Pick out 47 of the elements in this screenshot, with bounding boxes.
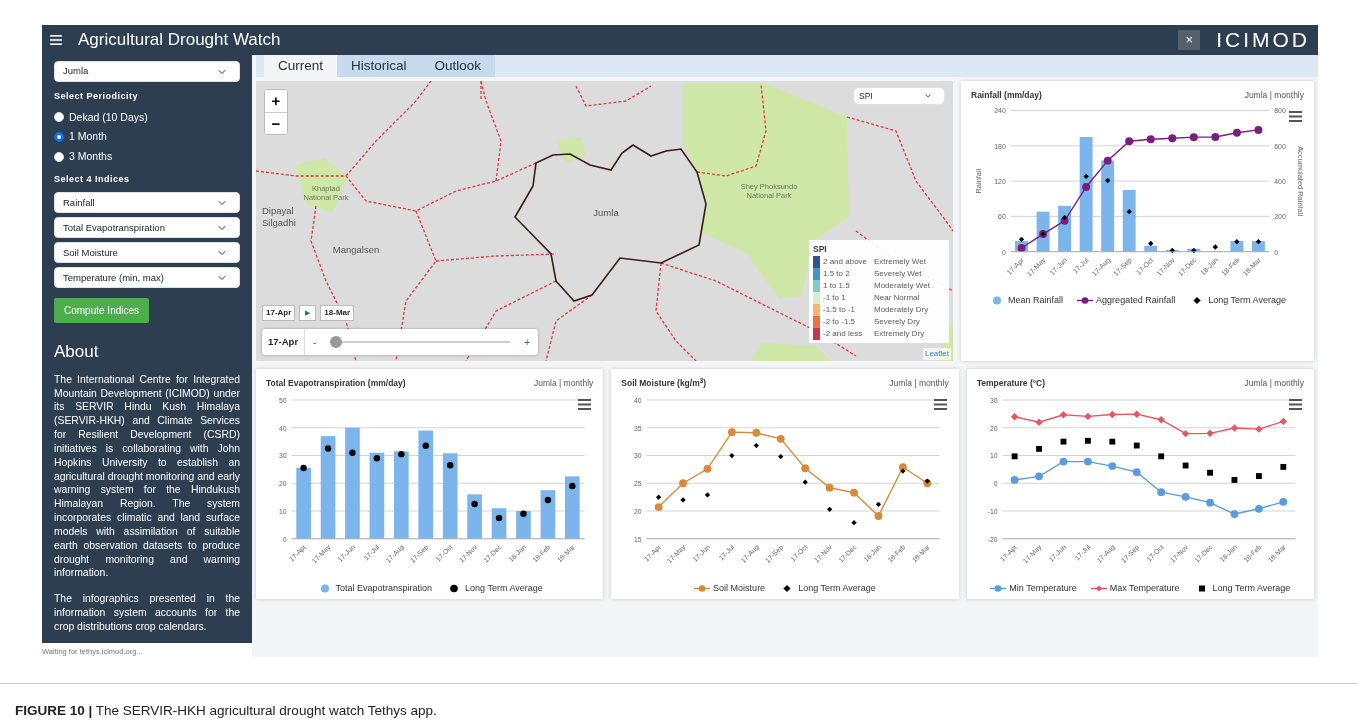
place-label: Jumla (593, 207, 619, 218)
end-date-label: 18-Mar (320, 305, 355, 321)
chart-subtitle: Jumla | monthly (889, 377, 949, 390)
app-title: Agricultural Drought Watch (78, 29, 281, 52)
legend-range: -1.5 to -1 (823, 304, 856, 316)
legend-label: Long Term Average (798, 581, 876, 595)
chart-title: Rainfall (mm/day) (971, 89, 1042, 102)
legend-label: Long Term Average (1208, 293, 1286, 307)
slider-value: 17-Apr (262, 329, 306, 355)
legend-title: SPI (813, 243, 828, 256)
legend-label: Severely Wet (874, 268, 922, 280)
legend-label: Near Normal (874, 292, 920, 304)
figure-caption: FIGURE 10 | The SERVIR-HKH agricultural drought watch Tethys app. (15, 702, 437, 720)
chart-title: Soil Moisture (kg/m$^{3}$) (621, 377, 707, 390)
chart-subtitle: Jumla | monthly (533, 377, 594, 390)
legend-label: Long Term Average (465, 581, 543, 595)
legend-label: Extremely Wet (874, 256, 926, 268)
legend-range: 1.5 to 2 (823, 268, 851, 280)
about-paragraph: The infographics presented in the information system accounts for the crop distributions crop calendars. (54, 592, 240, 634)
chart-title: Temperature (°C) (976, 377, 1046, 390)
logo: ICIMOD (1216, 27, 1310, 54)
legend-label: Severely Dry (874, 316, 920, 328)
chart-subtitle: Jumla | monthly (1244, 89, 1304, 102)
chart-subtitle: Jumla | monthly (1244, 377, 1304, 390)
about-paragraph: The International Centre for Integrated Mountain Development (ICIMOD) under its SERVIR Hindu Kush Himalaya (SERVIR-HKH) and Climate Services for Resilient Development (CSRD) initiatives is collaborating with John Hopkins University to establish an agricultural drought monitoring and early warning system for the Hindukush Himalayan Region. The system incorporates climatic and land surface models with assimilation of suitable earth observation datasets to produce drought monitoring and warning information. (54, 372, 240, 581)
start-date-label: 17-Apr (262, 305, 296, 321)
place-label: Dipayal Silgadhi (262, 205, 296, 228)
legend-label: Min Temperature (1009, 581, 1077, 595)
place-label: Mangalsen (332, 244, 380, 255)
legend-range: -2 and less (823, 328, 864, 340)
legend-label: Mean Rainfall (1008, 293, 1064, 307)
legend-label: Extremely Dry (874, 328, 925, 340)
legend-label: Moderately Wet (874, 280, 930, 292)
legend-label: Max Temperature (1109, 581, 1180, 595)
about-heading: About (54, 341, 100, 364)
legend-label: Long Term Average (1212, 581, 1291, 595)
legend-label: Total Evapotranspiration (335, 581, 433, 595)
section-label: Select 4 Indices (54, 172, 131, 186)
legend-range: 1 to 1.5 (823, 280, 851, 292)
legend-range: 2 and above (823, 256, 869, 268)
chart-title: Total Evapotranspiration (mm/day) (266, 377, 406, 390)
section-label: Select Periodicity (54, 90, 140, 103)
legend-range: -1 to 1 (823, 292, 847, 304)
legend-label: Aggregated Rainfall (1096, 293, 1176, 307)
legend-label: Soil Moisture (713, 581, 766, 595)
legend-label: Moderately Dry (874, 304, 929, 316)
legend-range: -2 to -1.5 (823, 316, 856, 328)
